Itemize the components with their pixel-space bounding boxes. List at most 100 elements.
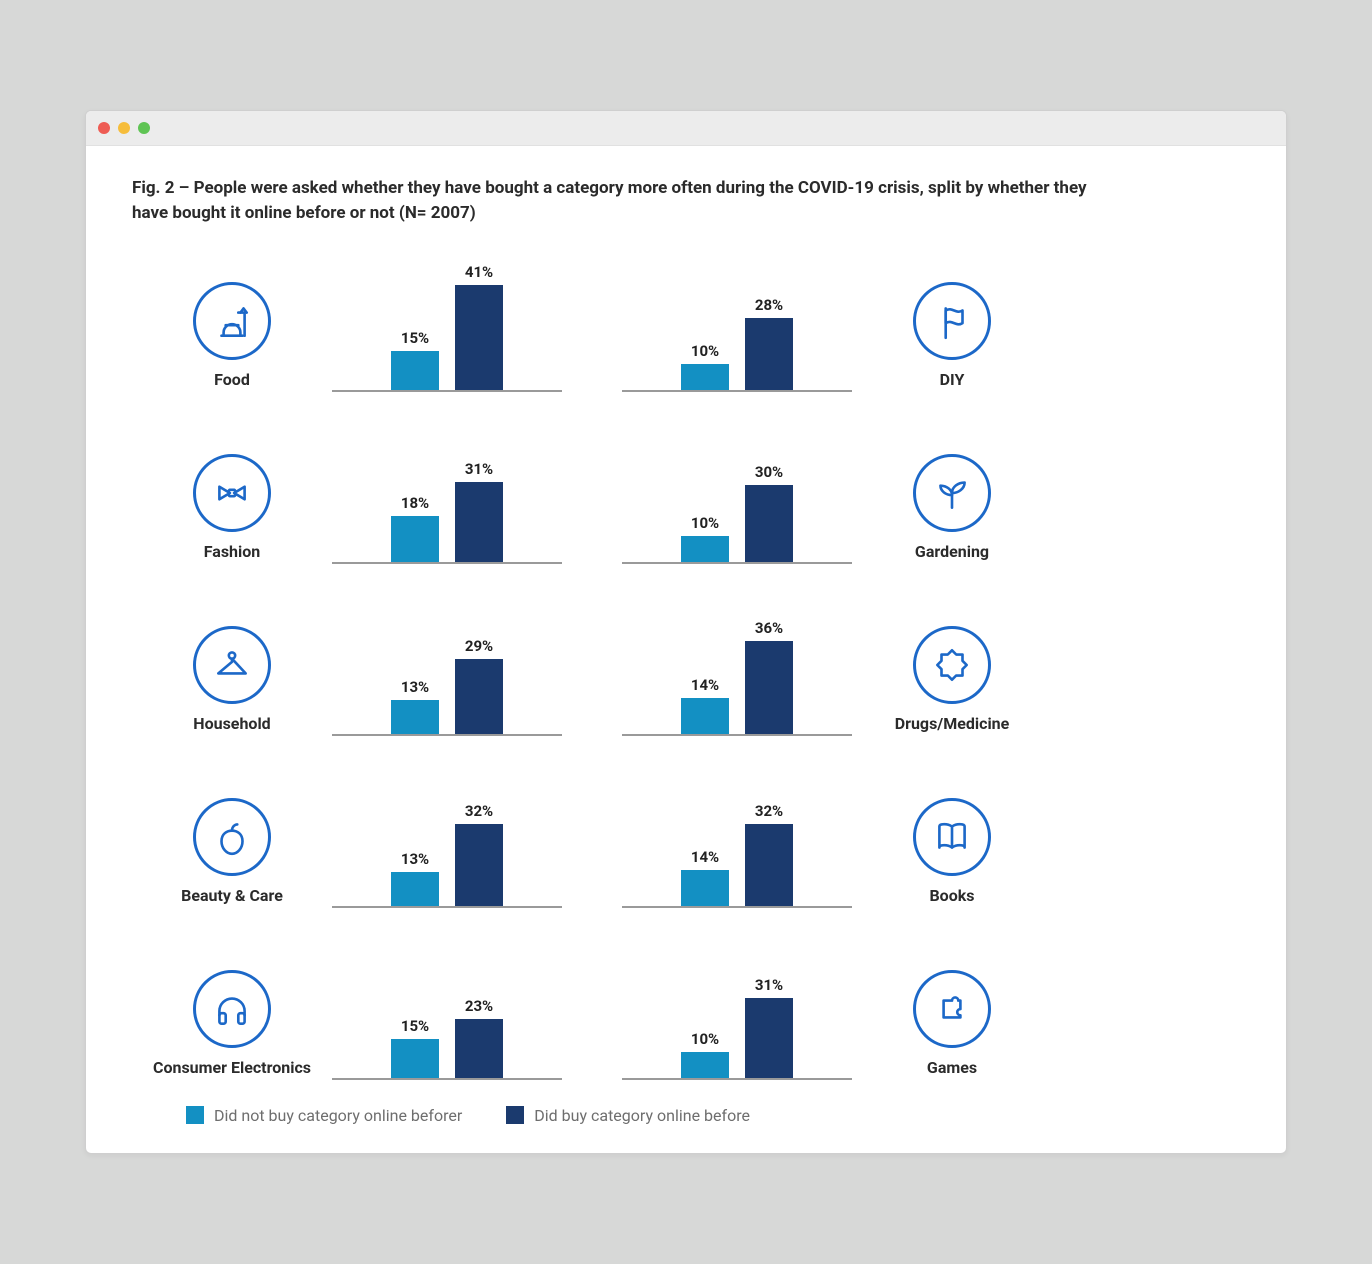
legend-label-light: Did not buy category online beforer bbox=[214, 1106, 462, 1125]
browser-window: Fig. 2 – People were asked whether they … bbox=[85, 110, 1287, 1153]
window-titlebar bbox=[86, 111, 1286, 146]
bar-label-dark: 23% bbox=[465, 997, 493, 1015]
headphones-icon bbox=[193, 970, 271, 1048]
category-right: Drugs/Medicine bbox=[852, 626, 1052, 735]
bar-pair: 13% 29% bbox=[332, 594, 562, 736]
bar-pair: 10% 30% bbox=[622, 422, 852, 564]
chart-row: Household 13% 29% 14% 36% Drugs/M bbox=[132, 594, 1240, 736]
legend-swatch-light-icon bbox=[186, 1106, 204, 1124]
bar-label-light: 10% bbox=[691, 342, 719, 360]
bar-dark-rect bbox=[455, 1019, 503, 1078]
legend-item-dark: Did buy category online before bbox=[506, 1106, 750, 1125]
maximize-icon[interactable] bbox=[138, 122, 150, 134]
bar-light: 13% bbox=[391, 678, 439, 733]
close-icon[interactable] bbox=[98, 122, 110, 134]
bar-dark-rect bbox=[455, 285, 503, 390]
bar-light: 10% bbox=[681, 342, 729, 390]
bar-dark-rect bbox=[455, 824, 503, 906]
category-label: Fashion bbox=[204, 542, 261, 561]
bar-pair: 10% 28% bbox=[622, 250, 852, 392]
minimize-icon[interactable] bbox=[118, 122, 130, 134]
hanger-icon bbox=[193, 626, 271, 704]
bar-label-light: 15% bbox=[401, 1017, 429, 1035]
category-left: Beauty & Care bbox=[132, 798, 332, 907]
bar-label-light: 15% bbox=[401, 329, 429, 347]
bar-light-rect bbox=[391, 1039, 439, 1077]
bar-light-rect bbox=[391, 516, 439, 562]
bar-light-rect bbox=[391, 700, 439, 733]
bar-dark: 32% bbox=[455, 802, 503, 906]
bar-light-rect bbox=[681, 870, 729, 906]
bar-dark-rect bbox=[745, 485, 793, 562]
chart-row: Consumer Electronics 15% 23% 10% 31% bbox=[132, 938, 1240, 1080]
bar-pair: 10% 31% bbox=[622, 938, 852, 1080]
bar-label-light: 10% bbox=[691, 1030, 719, 1048]
chart-content: Fig. 2 – People were asked whether they … bbox=[86, 146, 1286, 1152]
category-left: Consumer Electronics bbox=[132, 970, 332, 1079]
category-label: Books bbox=[929, 886, 974, 905]
bar-dark-rect bbox=[745, 998, 793, 1077]
food-icon bbox=[193, 282, 271, 360]
category-label: Games bbox=[927, 1058, 977, 1077]
bar-light-rect bbox=[681, 364, 729, 390]
book-icon bbox=[913, 798, 991, 876]
bar-light: 10% bbox=[681, 514, 729, 562]
category-label: Drugs/Medicine bbox=[895, 714, 1010, 733]
bar-dark: 29% bbox=[455, 637, 503, 733]
category-left: Household bbox=[132, 626, 332, 735]
bar-light: 14% bbox=[681, 676, 729, 734]
bar-pair: 15% 41% bbox=[332, 250, 562, 392]
chart-legend: Did not buy category online beforer Did … bbox=[132, 1106, 1240, 1125]
apple-icon bbox=[193, 798, 271, 876]
bar-label-dark: 28% bbox=[755, 296, 783, 314]
chart-row: Fashion 18% 31% 10% 30% Gardening bbox=[132, 422, 1240, 564]
bar-label-light: 10% bbox=[691, 514, 719, 532]
medical-icon bbox=[913, 626, 991, 704]
bar-dark-rect bbox=[455, 482, 503, 561]
bar-light: 10% bbox=[681, 1030, 729, 1078]
bar-pair: 15% 23% bbox=[332, 938, 562, 1080]
bar-label-dark: 31% bbox=[465, 460, 493, 478]
bar-label-dark: 31% bbox=[755, 976, 783, 994]
bar-light: 15% bbox=[391, 329, 439, 389]
bar-label-dark: 41% bbox=[465, 263, 493, 281]
bar-dark: 23% bbox=[455, 997, 503, 1078]
category-right: DIY bbox=[852, 282, 1052, 391]
chart-row: Food 15% 41% 10% 28% DIY bbox=[132, 250, 1240, 392]
bar-dark-rect bbox=[745, 824, 793, 906]
category-right: Gardening bbox=[852, 454, 1052, 563]
bar-dark: 31% bbox=[745, 976, 793, 1077]
bar-pair: 14% 36% bbox=[622, 594, 852, 736]
category-label: Food bbox=[214, 370, 250, 389]
flag-icon bbox=[913, 282, 991, 360]
category-left: Fashion bbox=[132, 454, 332, 563]
bar-pair: 13% 32% bbox=[332, 766, 562, 908]
bar-label-dark: 30% bbox=[755, 463, 783, 481]
bar-label-light: 14% bbox=[691, 848, 719, 866]
chart-row: Beauty & Care 13% 32% 14% 32% Boo bbox=[132, 766, 1240, 908]
bar-label-light: 18% bbox=[401, 494, 429, 512]
category-label: DIY bbox=[940, 370, 965, 389]
category-label: Consumer Electronics bbox=[153, 1058, 311, 1077]
bar-light-rect bbox=[681, 536, 729, 562]
bar-dark: 28% bbox=[745, 296, 793, 390]
bar-light-rect bbox=[681, 698, 729, 734]
bar-dark: 30% bbox=[745, 463, 793, 562]
legend-item-light: Did not buy category online beforer bbox=[186, 1106, 462, 1125]
category-right: Books bbox=[852, 798, 1052, 907]
bar-dark: 32% bbox=[745, 802, 793, 906]
bar-pair: 14% 32% bbox=[622, 766, 852, 908]
bar-dark-rect bbox=[455, 659, 503, 733]
category-label: Gardening bbox=[915, 542, 989, 561]
chart-title: Fig. 2 – People were asked whether they … bbox=[132, 176, 1122, 225]
category-left: Food bbox=[132, 282, 332, 391]
bar-label-dark: 32% bbox=[755, 802, 783, 820]
bar-label-light: 14% bbox=[691, 676, 719, 694]
bar-light: 14% bbox=[681, 848, 729, 906]
category-right: Games bbox=[852, 970, 1052, 1079]
bar-dark-rect bbox=[745, 318, 793, 390]
category-label: Beauty & Care bbox=[181, 886, 283, 905]
bar-light: 18% bbox=[391, 494, 439, 562]
bar-light: 15% bbox=[391, 1017, 439, 1077]
bar-dark: 31% bbox=[455, 460, 503, 561]
